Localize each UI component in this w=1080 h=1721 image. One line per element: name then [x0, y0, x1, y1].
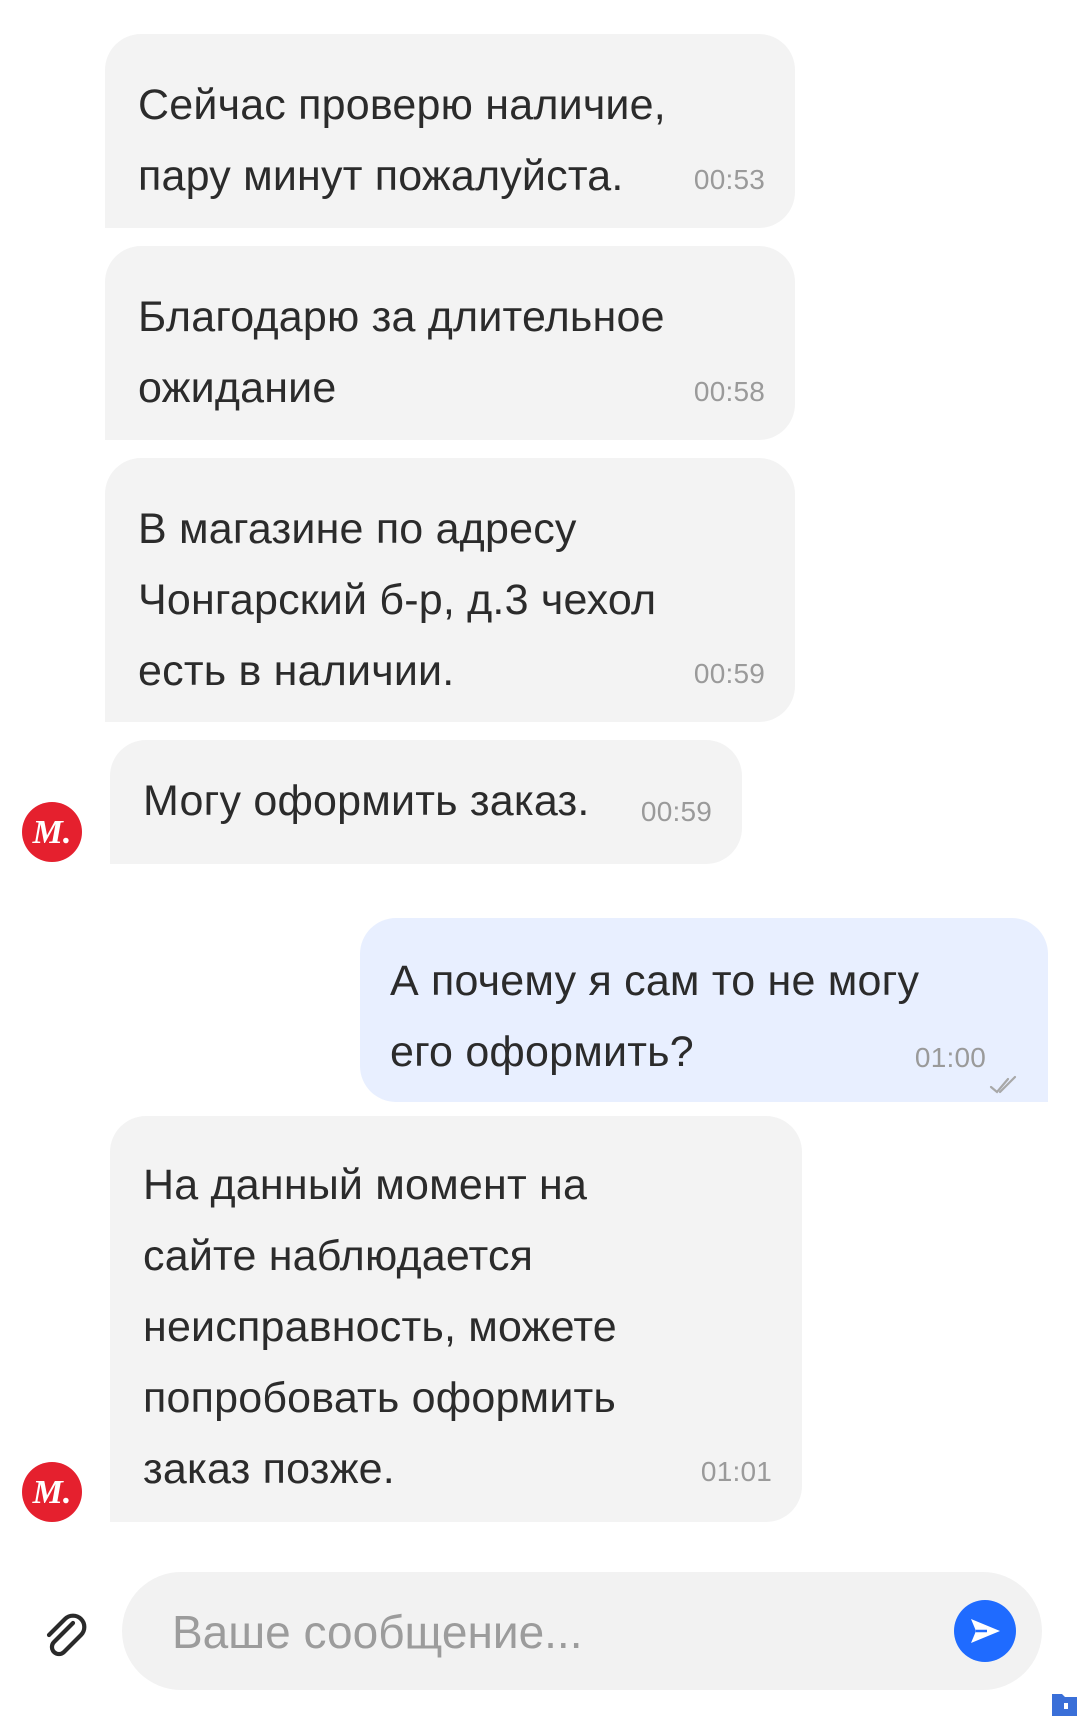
- chat-history: Сейчас проверю наличие, пару минут пожал…: [0, 0, 1080, 1560]
- brand-logo-icon: М.: [32, 1474, 72, 1511]
- message-time: 01:01: [700, 1456, 772, 1487]
- svg-text:М.: М.: [32, 814, 72, 851]
- message-time: 00:53: [693, 164, 765, 195]
- send-icon[interactable]: [954, 1600, 1016, 1662]
- incoming-message: Сейчас проверю наличие, пару минут пожал…: [105, 34, 795, 228]
- message-text: Могу оформить заказ.: [143, 777, 590, 825]
- message-composer: [0, 1560, 1080, 1716]
- incoming-message: Благодарю за длительное ожидание 00:58: [105, 246, 795, 440]
- brand-logo-icon: М.: [32, 814, 72, 851]
- message-text: На данный момент на сайте наблюдается не…: [143, 1161, 617, 1493]
- message-text: Благодарю за длительное ожидание: [138, 293, 665, 412]
- outgoing-message: А почему я сам то не могу его оформить? …: [360, 918, 1048, 1102]
- message-time: 00:59: [640, 796, 712, 827]
- message-text: Сейчас проверю наличие, пару минут пожал…: [138, 81, 666, 200]
- message-input-container: [122, 1572, 1042, 1690]
- incoming-message: На данный момент на сайте наблюдается не…: [110, 1116, 802, 1522]
- message-text: В магазине по адресу Чонгарский б-р, д.3…: [138, 505, 657, 695]
- message-input[interactable]: [170, 1592, 934, 1672]
- paperclip-icon[interactable]: [30, 1602, 100, 1672]
- message-time: 00:58: [693, 376, 765, 407]
- incoming-message: В магазине по адресу Чонгарский б-р, д.3…: [105, 458, 795, 722]
- message-time: 01:00: [914, 1042, 986, 1073]
- folder-badge-icon: [1020, 1686, 1080, 1716]
- operator-avatar: М.: [22, 802, 82, 862]
- operator-avatar: М.: [22, 1462, 82, 1522]
- incoming-message: Могу оформить заказ. 00:59: [110, 740, 742, 864]
- message-time: 00:59: [693, 658, 765, 689]
- svg-text:М.: М.: [32, 1474, 72, 1511]
- double-check-icon: [988, 1048, 1018, 1094]
